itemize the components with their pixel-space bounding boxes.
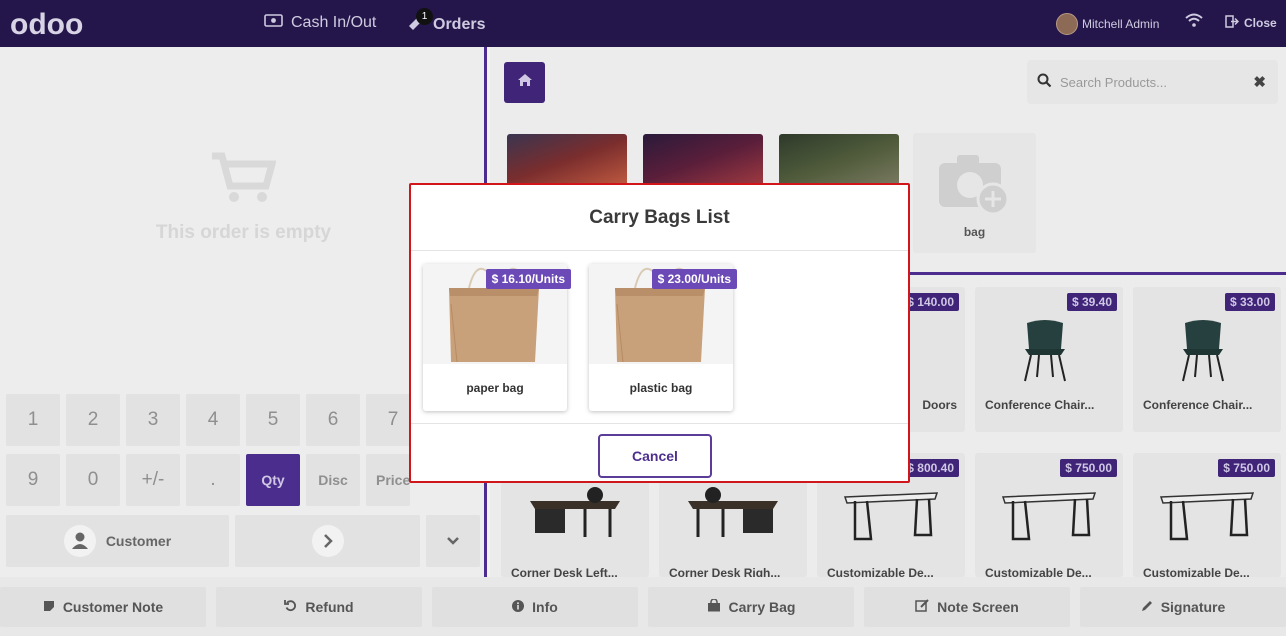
bag-name: plastic bag xyxy=(629,381,693,395)
bag-price-badge: $ 16.10/Units xyxy=(485,269,571,289)
carry-bags-dialog: Carry Bags List $ 16.10/Units paper bag … xyxy=(409,183,910,483)
bag-price-badge: $ 23.00/Units xyxy=(651,269,737,289)
bag-card-plastic[interactable]: $ 23.00/Units plastic bag xyxy=(589,264,737,411)
dialog-title: Carry Bags List xyxy=(411,185,908,251)
bag-card-paper[interactable]: $ 16.10/Units paper bag xyxy=(423,264,571,411)
cancel-button[interactable]: Cancel xyxy=(598,434,712,478)
bag-name: paper bag xyxy=(466,381,524,395)
dialog-footer-divider xyxy=(411,423,908,424)
